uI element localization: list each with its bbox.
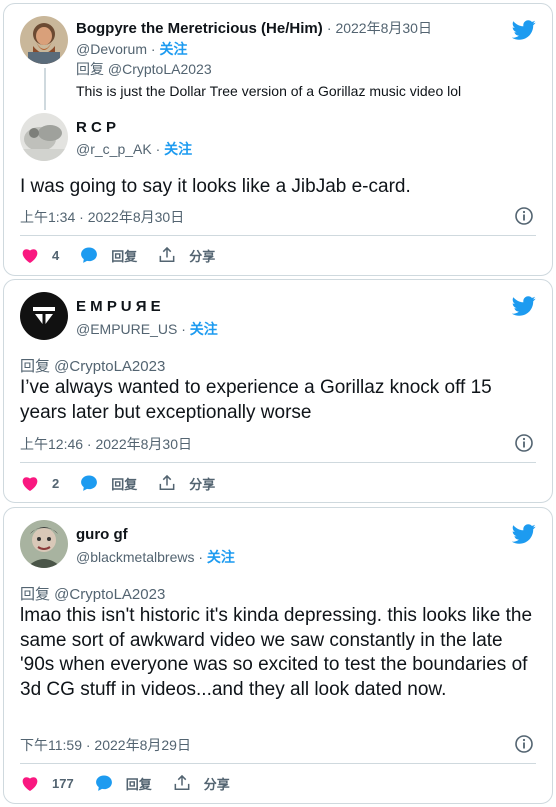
- like-count: 2: [52, 475, 60, 491]
- share-button[interactable]: 分享: [157, 245, 215, 265]
- author-handle[interactable]: @blackmetalbrews ·: [76, 549, 203, 565]
- handle-row: @EMPURE_US · 关注: [76, 319, 218, 339]
- tweet-card-3[interactable]: guro gf @blackmetalbrews · 关注 回复 @Crypto…: [3, 507, 553, 804]
- reply-button[interactable]: 回复: [79, 245, 137, 265]
- replying-to[interactable]: 回复 @CryptoLA2023: [76, 59, 212, 79]
- author-name[interactable]: E M P U Я E: [76, 298, 161, 315]
- divider: [20, 763, 536, 764]
- tweet-timestamp[interactable]: 上午12:46 · 2022年8月30日: [20, 434, 192, 454]
- follow-link[interactable]: 关注: [190, 321, 218, 337]
- twitter-bird-icon[interactable]: [512, 18, 536, 42]
- tweet-text: lmao this isn't historic it's kinda depr…: [20, 605, 533, 700]
- follow-link[interactable]: 关注: [164, 141, 192, 157]
- heart-icon: [22, 477, 38, 491]
- handle-row: @blackmetalbrews · 关注: [76, 547, 235, 567]
- replying-to[interactable]: 回复 @CryptoLA2023: [20, 583, 165, 604]
- thread-line: [44, 68, 46, 110]
- share-label: 分享: [189, 248, 216, 264]
- author-name[interactable]: Bogpyre the Meretricious (He/Him) · 2022…: [76, 18, 432, 38]
- tweet-card-2[interactable]: E M P U Я E @EMPURE_US · 关注 回复 @CryptoLA…: [3, 279, 553, 503]
- like-button[interactable]: 2: [20, 473, 59, 493]
- heart-icon: [22, 249, 38, 263]
- tweet-timestamp[interactable]: 下午11:59 · 2022年8月29日: [20, 735, 191, 755]
- parent-date[interactable]: · 2022年8月30日: [327, 20, 432, 36]
- author-handle[interactable]: @EMPURE_US ·: [76, 321, 186, 337]
- like-count: 4: [52, 247, 60, 263]
- reply-button[interactable]: 回复: [79, 473, 137, 493]
- info-icon[interactable]: [514, 734, 534, 754]
- tweet-text: I’ve always wanted to experience a Goril…: [20, 377, 492, 423]
- info-icon[interactable]: [514, 433, 534, 453]
- tweet-card-1[interactable]: Bogpyre the Meretricious (He/Him) · 2022…: [3, 3, 553, 276]
- replying-to[interactable]: 回复 @CryptoLA2023: [20, 355, 165, 376]
- author-name[interactable]: R C P: [76, 119, 116, 136]
- share-button[interactable]: 分享: [157, 473, 215, 493]
- tweet-text: I was going to say it looks like a JibJa…: [20, 176, 411, 197]
- twitter-bird-icon[interactable]: [512, 522, 536, 546]
- like-count: 177: [52, 775, 74, 791]
- parent-handle-row: @Devorum · 关注: [76, 39, 187, 59]
- reply-label: 回复: [111, 248, 138, 264]
- share-icon: [174, 774, 190, 790]
- parent-handle[interactable]: @Devorum ·: [76, 41, 156, 57]
- action-bar: 177 回复 分享: [20, 770, 250, 796]
- info-icon[interactable]: [514, 206, 534, 226]
- share-icon: [159, 474, 175, 490]
- avatar[interactable]: [20, 16, 68, 64]
- follow-link[interactable]: 关注: [159, 41, 187, 57]
- tweet-timestamp[interactable]: 上午1:34 · 2022年8月30日: [20, 207, 184, 227]
- divider: [20, 462, 536, 463]
- avatar[interactable]: [20, 520, 68, 568]
- handle-row: @r_c_p_AK · 关注: [76, 139, 192, 159]
- reply-bubble-icon: [81, 475, 98, 491]
- twitter-bird-icon[interactable]: [512, 294, 536, 318]
- share-icon: [159, 246, 175, 262]
- reply-bubble-icon: [81, 247, 98, 263]
- reply-button[interactable]: 回复: [94, 773, 152, 793]
- reply-label: 回复: [125, 776, 152, 792]
- author-handle[interactable]: @r_c_p_AK ·: [76, 141, 160, 157]
- share-label: 分享: [203, 776, 230, 792]
- avatar[interactable]: [20, 113, 68, 161]
- reply-bubble-icon: [95, 775, 112, 791]
- parent-tweet-text: This is just the Dollar Tree version of …: [76, 83, 462, 99]
- heart-icon: [22, 777, 38, 791]
- action-bar: 4 回复 分享: [20, 242, 235, 268]
- action-bar: 2 回复 分享: [20, 470, 235, 496]
- share-label: 分享: [189, 476, 216, 492]
- parent-author-name[interactable]: Bogpyre the Meretricious (He/Him): [76, 20, 323, 37]
- reply-label: 回复: [111, 476, 138, 492]
- share-button[interactable]: 分享: [172, 773, 230, 793]
- like-button[interactable]: 177: [20, 773, 74, 793]
- like-button[interactable]: 4: [20, 245, 59, 265]
- author-name[interactable]: guro gf: [76, 526, 128, 543]
- follow-link[interactable]: 关注: [207, 549, 235, 565]
- divider: [20, 235, 536, 236]
- avatar[interactable]: [20, 292, 68, 340]
